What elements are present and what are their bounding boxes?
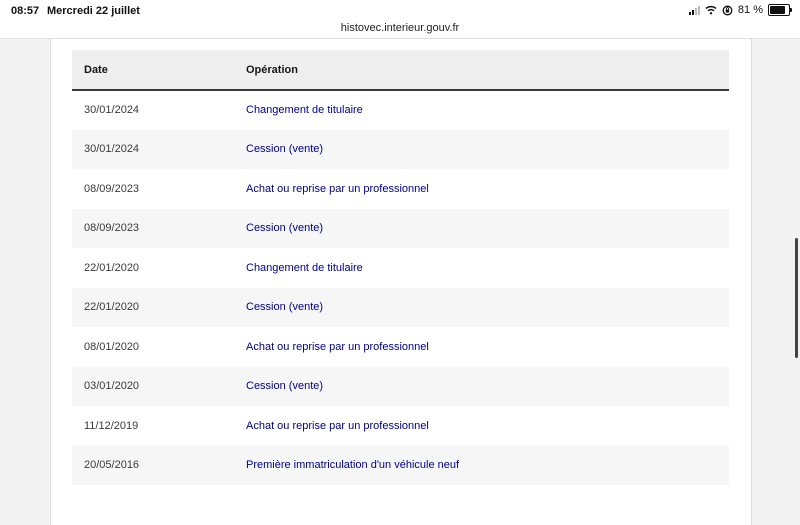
status-date: Mercredi 22 juillet — [47, 5, 140, 17]
row-operation: Achat ou reprise par un professionnel — [246, 419, 429, 432]
scrollbar[interactable] — [795, 238, 798, 358]
row-operation: Cession (vente) — [246, 143, 324, 156]
table-row: 20/05/2016 Première immatriculation d'un … — [72, 445, 729, 485]
table-row: 30/01/2024 Changement de titulaire — [72, 90, 729, 130]
table-row: 22/01/2020 Changement de titulaire — [72, 248, 729, 288]
row-date: 22/01/2020 — [84, 301, 140, 314]
row-operation: Achat ou reprise par un professionnel — [246, 182, 429, 195]
status-indicators: 81 % — [688, 4, 792, 16]
signal-icon — [688, 5, 700, 15]
table-header-row: Date Opération — [72, 50, 729, 90]
row-operation: Cession (vente) — [246, 301, 324, 314]
table-row: 11/12/2019 Achat ou reprise par un profes… — [72, 406, 729, 446]
lock-rotation-icon — [722, 5, 733, 15]
battery-percentage: 81 % — [737, 4, 763, 16]
row-date: 11/12/2019 — [84, 419, 139, 432]
table-row: 08/01/2020 Achat ou reprise par un profes… — [72, 327, 729, 367]
table-row: 08/09/2023 Achat ou reprise par un profes… — [72, 169, 729, 209]
status-time: 08:57 — [11, 5, 40, 17]
row-operation: Première immatriculation d'un véhicule n… — [246, 459, 460, 472]
row-date: 20/05/2016 — [84, 459, 140, 472]
table-row: 08/09/2023 Cession (vente) — [72, 208, 729, 248]
row-date: 30/01/2024 — [84, 143, 140, 156]
row-operation: Changement de titulaire — [246, 104, 363, 117]
row-date: 03/01/2020 — [84, 380, 140, 393]
row-date: 22/01/2020 — [84, 261, 140, 274]
history-table: Date Opération 30/01/2024 Changement de t… — [72, 50, 729, 485]
row-operation: Achat ou reprise par un professionnel — [246, 340, 429, 353]
url-text[interactable]: histovec.interieur.gouv.fr — [0, 22, 800, 34]
row-date: 30/01/2024 — [84, 104, 140, 117]
row-operation: Cession (vente) — [246, 222, 324, 235]
row-date: 08/09/2023 — [84, 222, 140, 235]
battery-icon — [768, 4, 792, 16]
table-body: 30/01/2024 Changement de titulaire 30/01/2… — [72, 90, 729, 485]
address-bar[interactable]: histovec.interieur.gouv.fr — [0, 22, 800, 39]
row-date: 08/01/2020 — [84, 340, 140, 353]
row-operation: Changement de titulaire — [246, 261, 363, 274]
table-row: 22/01/2020 Cession (vente) — [72, 287, 729, 327]
operation-column-header: Opération — [246, 63, 298, 76]
row-date: 08/09/2023 — [84, 182, 140, 195]
date-column-header: Date — [84, 63, 108, 76]
table-row: 03/01/2020 Cession (vente) — [72, 366, 729, 406]
wifi-icon — [705, 5, 717, 15]
table-row: 30/01/2024 Cession (vente) — [72, 129, 729, 169]
row-operation: Cession (vente) — [246, 380, 324, 393]
status-bar: 08:57 Mercredi 22 juillet 81 % — [0, 0, 800, 22]
page-content: Date Opération 30/01/2024 Changement de t… — [50, 39, 752, 525]
